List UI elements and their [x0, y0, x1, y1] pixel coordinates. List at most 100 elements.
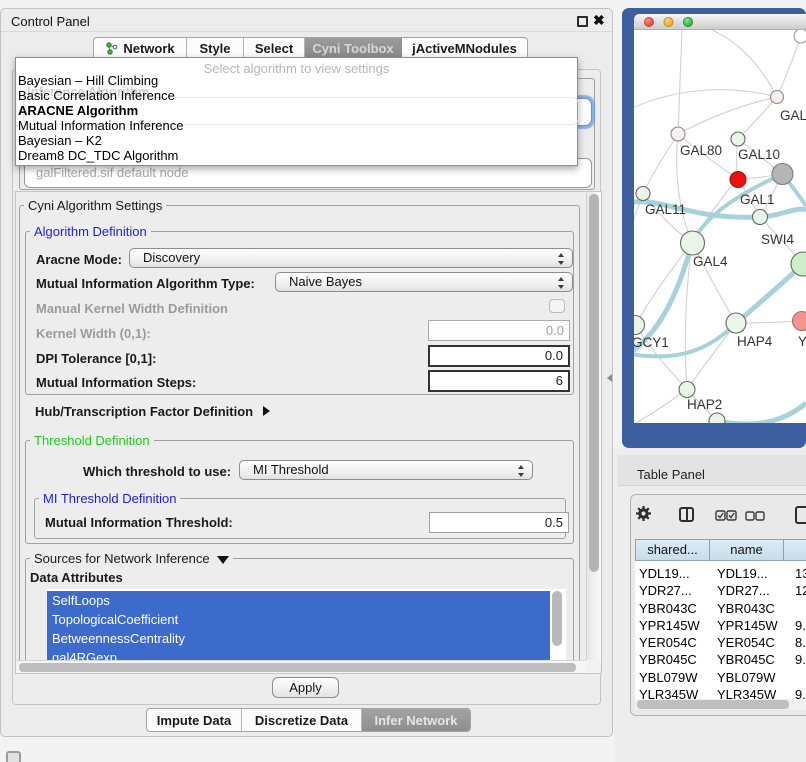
list-scrollbar[interactable]: [552, 591, 562, 646]
table-row[interactable]: YDR27...YDR27...12: [635, 582, 806, 599]
combo-value: Discovery: [143, 250, 200, 265]
aracne-mode-combo[interactable]: Discovery: [129, 248, 573, 268]
table-row[interactable]: YDL19...YDL19...13: [635, 565, 806, 582]
tab-style[interactable]: Style: [187, 38, 244, 59]
table-cell: 13: [795, 566, 806, 581]
combo-value: MI Threshold: [253, 462, 329, 477]
network-node[interactable]: [794, 29, 806, 43]
attribute-list-item[interactable]: gal4RGexp: [47, 648, 550, 660]
attribute-list-item[interactable]: TopologicalCoefficient: [47, 610, 550, 629]
table-cell: YBR045C: [717, 652, 775, 667]
mi-threshold-input[interactable]: 0.5: [429, 512, 569, 533]
table-cell: 8.: [795, 635, 806, 650]
table-row[interactable]: YLR345WYLR345W9.: [635, 686, 806, 699]
network-node[interactable]: [679, 382, 695, 398]
which-threshold-combo[interactable]: MI Threshold: [239, 460, 533, 480]
table-cell: 9.: [795, 687, 806, 699]
tab-label: Cyni Toolbox: [312, 41, 393, 56]
sources-title: Sources for Network Inference: [34, 551, 210, 566]
network-node[interactable]: [772, 164, 793, 185]
network-node[interactable]: [793, 312, 806, 331]
table-cell: YDR27...: [639, 583, 692, 598]
network-node[interactable]: [730, 172, 746, 188]
table-row[interactable]: YBL079WYBL079W: [635, 669, 806, 686]
gear-icon[interactable]: [635, 505, 652, 522]
manual-kernel-width-checkbox[interactable]: [549, 299, 565, 313]
table-cell: YBR043C: [639, 601, 697, 616]
vertical-scrollbar[interactable]: [586, 192, 601, 660]
select-all-icon[interactable]: [715, 510, 737, 521]
split-columns-icon[interactable]: [679, 507, 694, 522]
algorithm-definition-group: Algorithm Definition Aracne Mode: Discov…: [25, 231, 574, 395]
mi-steps-input[interactable]: 6: [428, 370, 570, 392]
dropdown-item[interactable]: Dream8 DC_TDC Algorithm: [16, 148, 577, 163]
network-node[interactable]: [753, 210, 768, 225]
tab-jactivemnodules[interactable]: jActiveMNodules: [402, 38, 527, 59]
horizontal-scrollbar[interactable]: [16, 660, 586, 673]
scrollbar-thumb[interactable]: [19, 663, 576, 672]
dropdown-item[interactable]: Basic Correlation Inference: [16, 88, 577, 103]
data-attributes-list[interactable]: SelfLoopsTopologicalCoefficientBetweenne…: [47, 589, 566, 660]
function-builder-icon[interactable]: [795, 506, 806, 524]
network-node[interactable]: [671, 127, 685, 141]
dropdown-item[interactable]: Mutual Information Inference: [16, 118, 577, 133]
column-header-partial[interactable]: [784, 539, 806, 561]
table-row[interactable]: YBR045CYBR045C9.: [635, 651, 806, 668]
network-node[interactable]: [771, 91, 784, 104]
attribute-list-item[interactable]: BetweennessCentrality: [47, 629, 550, 648]
minimized-window-icon[interactable]: [6, 751, 21, 762]
tab-label: Style: [199, 41, 230, 56]
dropdown-item[interactable]: ARACNE Algorithm: [16, 103, 577, 118]
hub-definition-toggle[interactable]: Hub/Transcription Factor Definition: [35, 404, 270, 418]
tab-select[interactable]: Select: [244, 38, 305, 59]
tab-impute-data[interactable]: Impute Data: [147, 709, 242, 731]
table-row[interactable]: YBR043C YBR043C: [635, 600, 806, 617]
tab-network[interactable]: Network: [94, 38, 187, 59]
bottom-tab-bar: Impute Data Discretize Data Infer Networ…: [146, 708, 471, 732]
table-cell: YBR043C: [717, 601, 775, 616]
close-icon[interactable]: ✖: [593, 12, 605, 29]
table-cell: YDL19...: [639, 566, 690, 581]
scrollbar-thumb[interactable]: [589, 194, 599, 572]
table-browser-window: shared... name YDL19...YDL19...13YDR27..…: [630, 494, 806, 716]
dropdown-item[interactable]: Bayesian – Hill Climbing: [16, 73, 577, 88]
dpi-tolerance-input[interactable]: 0.0: [428, 345, 570, 367]
table-cell: YPR145W: [717, 618, 778, 633]
control-panel-title: Control Panel: [11, 14, 90, 29]
attribute-list-item[interactable]: SelfLoops: [47, 591, 550, 610]
table-horizontal-scrollbar[interactable]: [635, 699, 806, 710]
deselect-all-icon[interactable]: [745, 511, 765, 521]
network-node-label: GAL10: [738, 147, 780, 162]
network-node[interactable]: [726, 313, 746, 333]
tab-infer-network[interactable]: Infer Network: [362, 709, 470, 731]
table-row[interactable]: YER054CYER054C8.: [635, 634, 806, 651]
hub-definition-label: Hub/Transcription Factor Definition: [35, 404, 253, 419]
mi-threshold-label: Mutual Information Threshold:: [45, 515, 233, 530]
dropdown-item[interactable]: Bayesian – K2: [16, 133, 577, 148]
scrollbar-thumb[interactable]: [637, 700, 789, 709]
apply-button[interactable]: Apply: [272, 677, 339, 698]
network-node[interactable]: [681, 231, 705, 255]
tab-label: Network: [123, 41, 174, 56]
table-panel-title: Table Panel: [637, 467, 705, 482]
table-row[interactable]: YPR145WYPR145W9.: [635, 617, 806, 634]
minimize-traffic-light[interactable]: [664, 17, 673, 26]
kernel-width-input[interactable]: 0.0: [428, 320, 570, 341]
table-cell: 9.: [795, 652, 806, 667]
mi-algorithm-type-combo[interactable]: Naive Bayes: [275, 272, 573, 292]
tab-discretize-data[interactable]: Discretize Data: [242, 709, 362, 731]
group-title: MI Threshold Definition: [39, 491, 180, 506]
close-traffic-light[interactable]: [644, 17, 653, 26]
table-cell: YER054C: [717, 635, 775, 650]
float-window-icon[interactable]: [577, 16, 588, 27]
column-header-name[interactable]: name: [710, 539, 784, 561]
zoom-traffic-light[interactable]: [683, 17, 692, 26]
network-node[interactable]: [731, 132, 745, 146]
splitpane-collapse-icon[interactable]: [607, 374, 612, 382]
column-header-shared-name[interactable]: shared...: [635, 539, 710, 561]
network-node[interactable]: [636, 187, 650, 201]
tab-cyni-toolbox[interactable]: Cyni Toolbox: [305, 38, 402, 59]
combo-spinner-icon: [558, 253, 565, 265]
titlebar-separator: [1, 31, 612, 32]
table-cell: YLR345W: [639, 687, 698, 699]
